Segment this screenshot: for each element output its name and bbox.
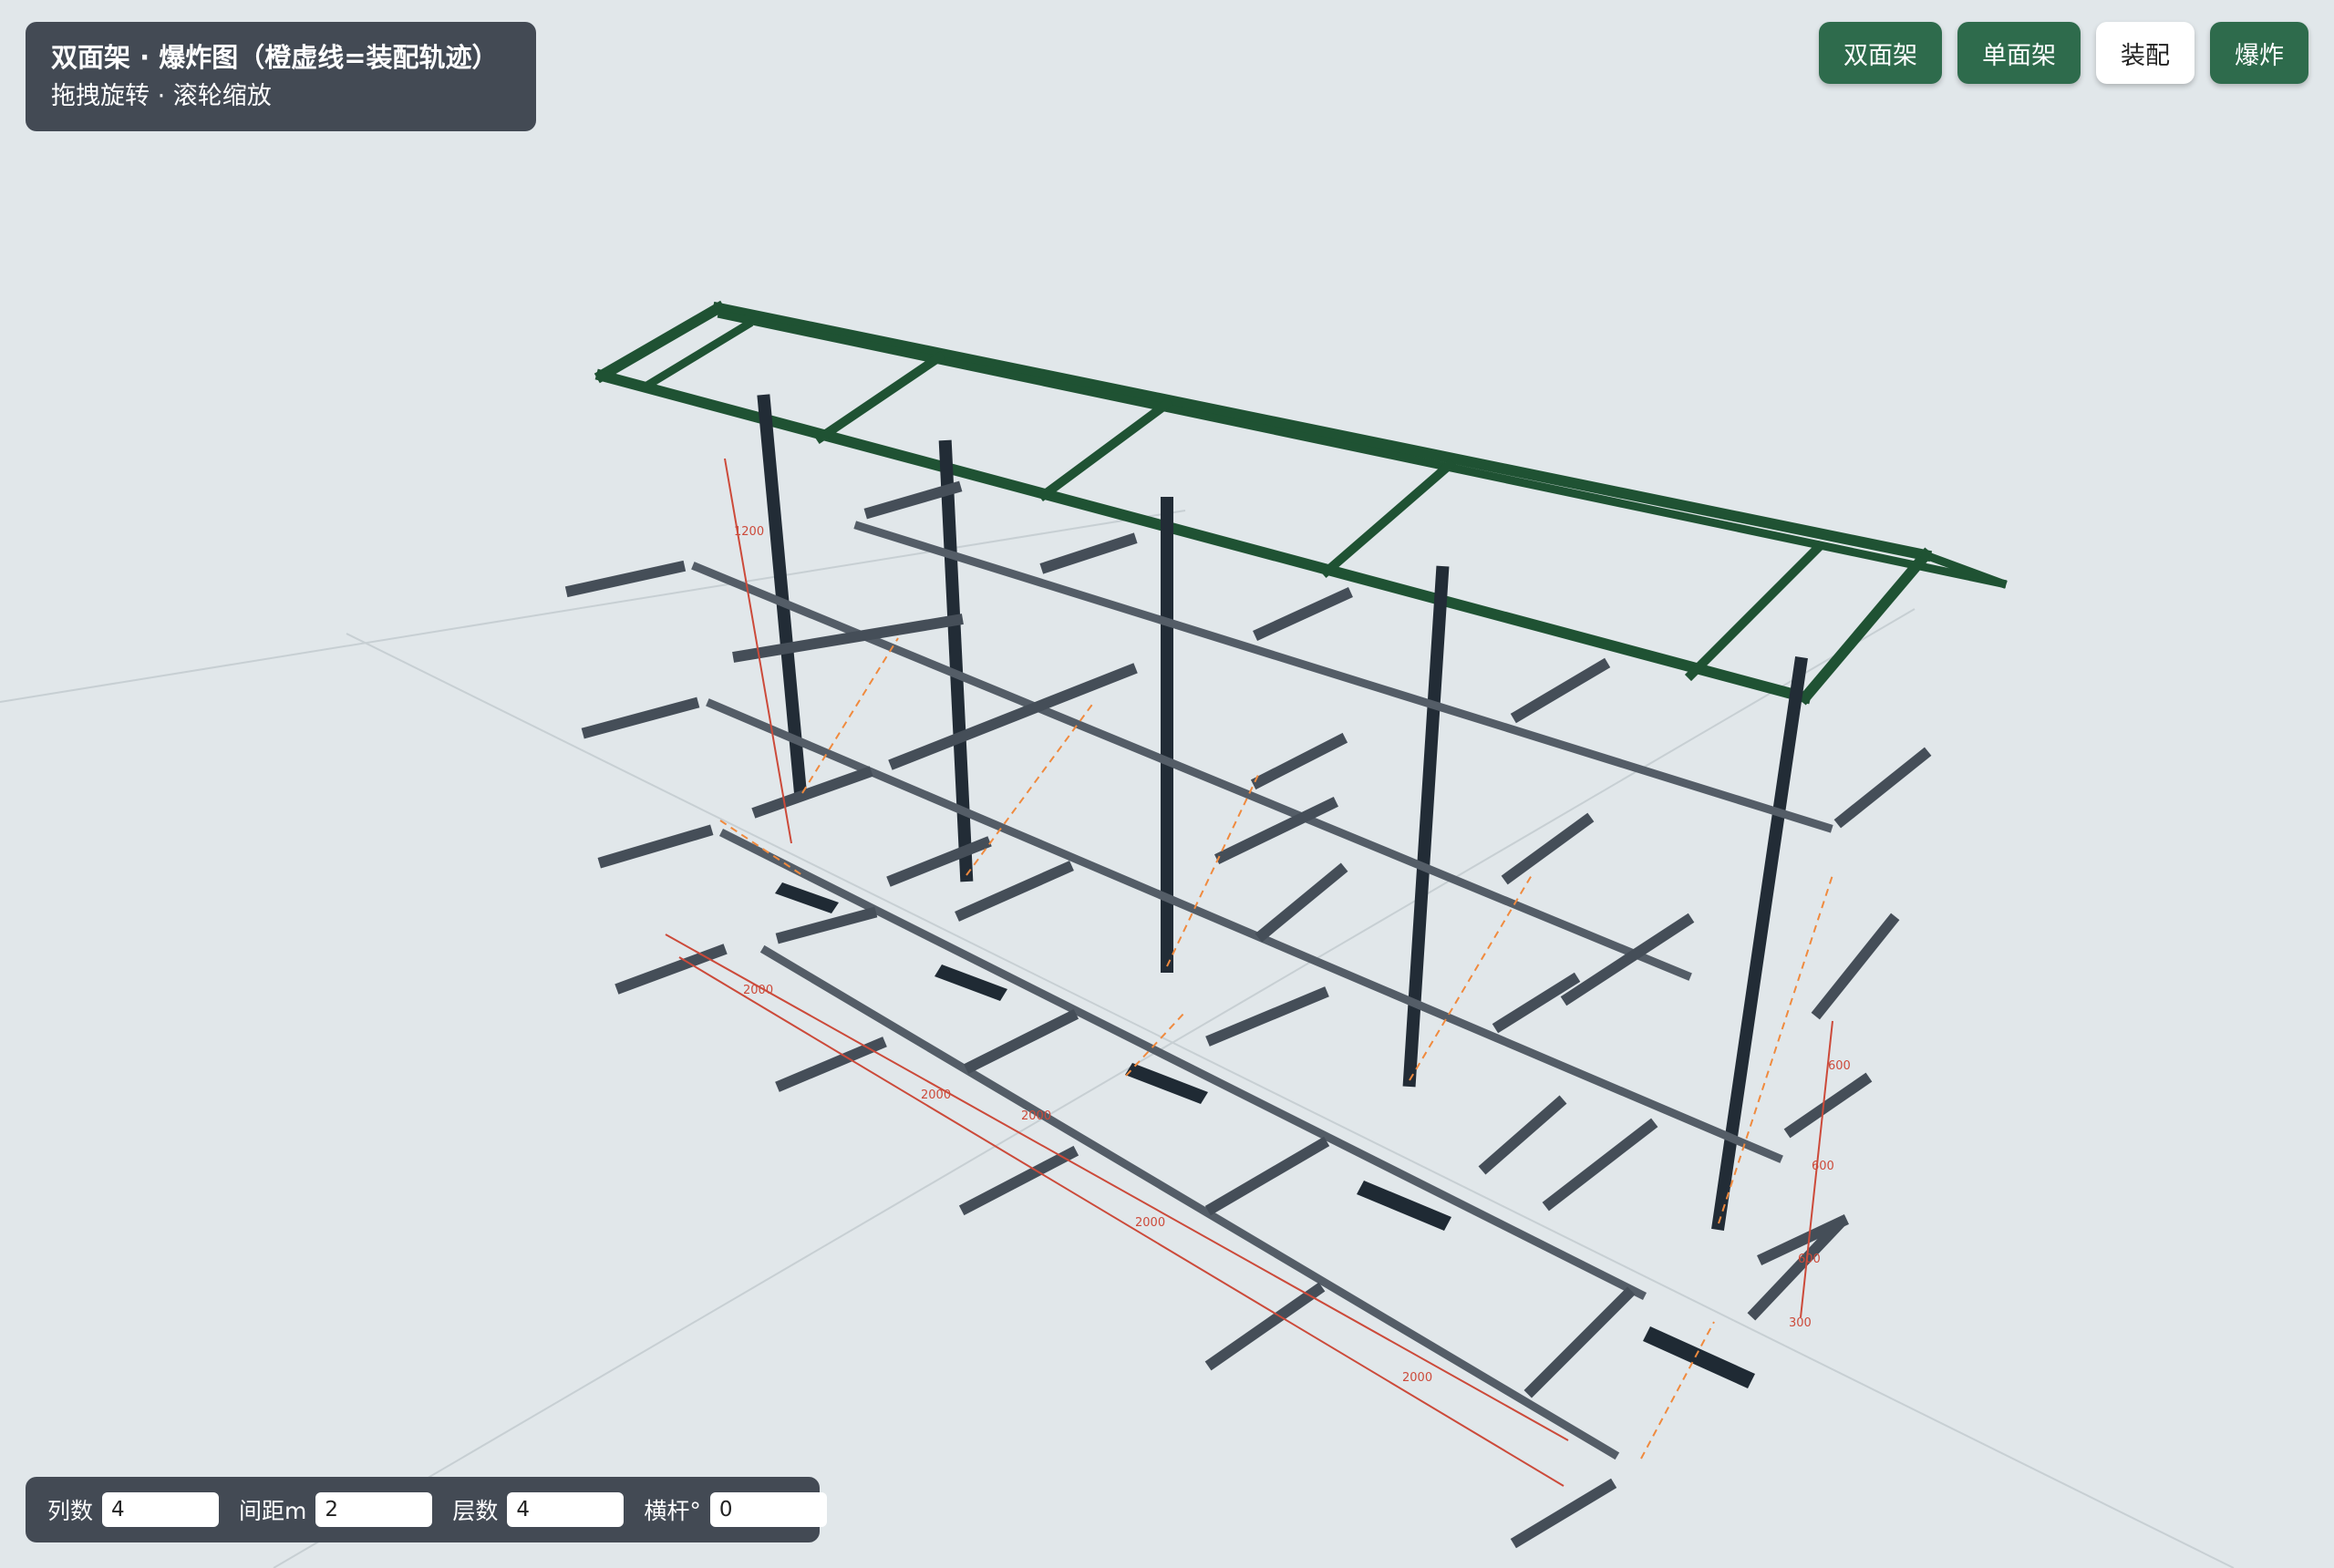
- assemble-button[interactable]: 装配: [2096, 22, 2195, 84]
- crossbar-angle-input[interactable]: [709, 1492, 827, 1527]
- levels-label: 层数: [452, 1498, 499, 1524]
- bay-length-label: 2000: [743, 984, 773, 997]
- viewport-3d[interactable]: 2000 2000 2000 2000 2000 1200 600 600 30…: [0, 0, 2334, 1568]
- single-sided-rack-button[interactable]: 单面架: [1957, 22, 2081, 84]
- columns-label: 列数: [47, 1498, 94, 1524]
- level-spacing-label: 600: [1812, 1160, 1834, 1173]
- parameter-panel: 列数 间距m 层数 横杆°: [26, 1477, 827, 1542]
- levels-input[interactable]: [507, 1492, 625, 1527]
- view-title: 双面架 · 爆炸图（橙虚线=装配轨迹）: [51, 42, 499, 73]
- info-panel: 双面架 · 爆炸图（橙虚线=装配轨迹） 拖拽旋转 · 滚轮缩放: [26, 22, 536, 131]
- crossbar-angle-label: 横杆°: [644, 1498, 701, 1524]
- explode-button[interactable]: 爆炸: [2210, 22, 2308, 84]
- double-sided-rack-button[interactable]: 双面架: [1819, 22, 1942, 84]
- ground-grid: [0, 510, 2235, 1568]
- spacing-input[interactable]: [315, 1492, 433, 1527]
- columns-input[interactable]: [102, 1492, 220, 1527]
- level-spacing-label: 600: [1798, 1253, 1821, 1266]
- upright-height-label: 1200: [734, 525, 764, 539]
- toolbar: 双面架 单面架 装配 爆炸: [1819, 22, 2308, 84]
- bay-length-label: 2000: [1402, 1371, 1432, 1385]
- bay-length-label: 2000: [1135, 1216, 1165, 1230]
- spacing-label: 间距m: [239, 1498, 307, 1524]
- side-bay-label: 2000: [1021, 1109, 1051, 1123]
- bay-length-label: 2000: [921, 1088, 951, 1102]
- level-spacing-label: 300: [1789, 1316, 1812, 1330]
- interaction-hint: 拖拽旋转 · 滚轮缩放: [51, 82, 272, 110]
- level-spacing-label: 600: [1828, 1059, 1851, 1073]
